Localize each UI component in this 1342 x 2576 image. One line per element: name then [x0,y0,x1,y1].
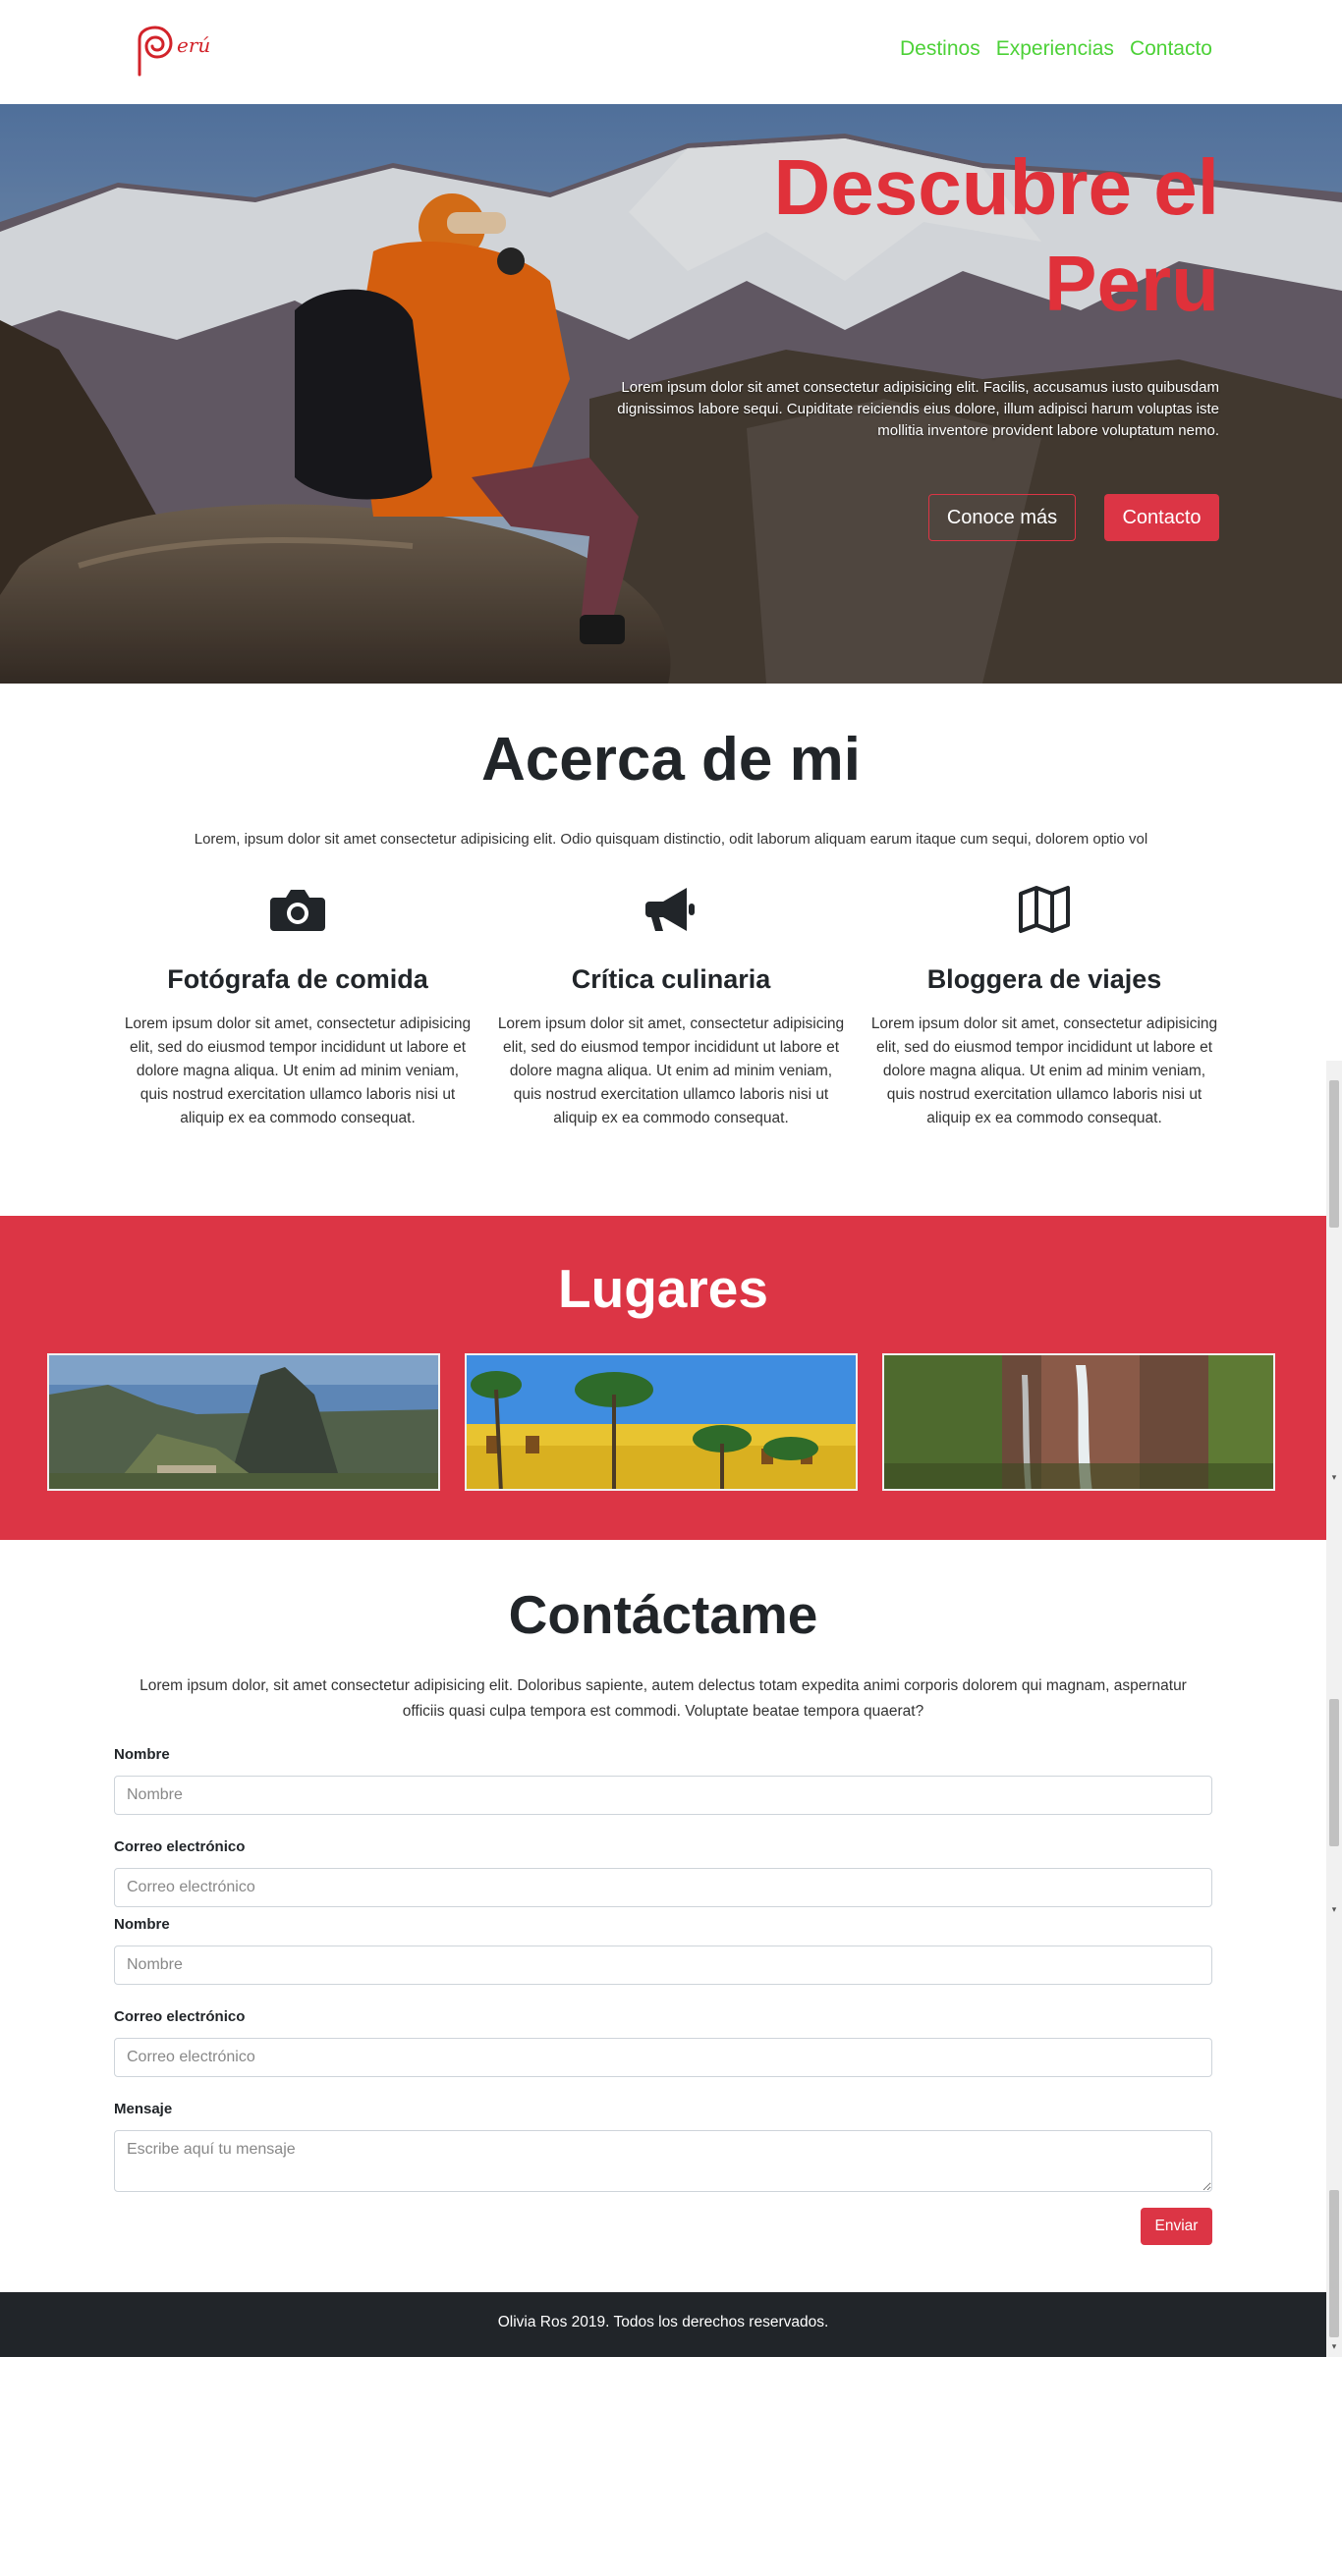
main-nav: Destinos Experiencias Contacto [900,37,1212,61]
footer-copyright: Olivia Ros 2019. Todos los derechos rese… [497,2314,829,2330]
contact-title: Contáctame [508,1584,818,1645]
feature-food-photographer: Fotógrafa de comida Lorem ipsum dolor si… [121,884,475,1130]
about-title: Acerca de mi [481,726,861,794]
name-input[interactable] [114,1776,1212,1815]
email-input[interactable] [114,1868,1212,1907]
scrollbar-thumb[interactable] [1329,1080,1339,1228]
message-textarea[interactable] [114,2130,1212,2192]
conoce-mas-button[interactable]: Conoce más [928,494,1076,541]
camera-icon [270,890,325,931]
email-label: Correo electrónico [114,1838,246,1855]
feature-text: Lorem ipsum dolor sit amet, consectetur … [124,1015,472,1126]
scroll-down-arrow-icon-2[interactable]: ▾ [1328,1905,1340,1915]
machu-picchu-photo [49,1355,438,1489]
nav-destinos-link[interactable]: Destinos [900,37,980,61]
map-icon [1019,886,1070,933]
hero-section: Descubre el Peru Lorem ipsum dolor sit a… [0,104,1342,684]
send-button[interactable]: Enviar [1141,2208,1212,2245]
scroll-down-arrow-icon-3[interactable]: ▾ [1328,2342,1340,2352]
hero-contact-button[interactable]: Contacto [1104,494,1219,541]
scrollbar-thumb-2[interactable] [1329,1699,1339,1846]
footer: Olivia Ros 2019. Todos los derechos rese… [0,2292,1326,2357]
lima-plaza-palms-photo [467,1355,856,1489]
feature-title: Fotógrafa de comida [167,964,428,994]
scrollbar-thumb-3[interactable] [1329,2190,1339,2337]
feature-title: Crítica culinaria [571,964,771,994]
nav-contacto-link[interactable]: Contacto [1130,37,1212,61]
places-section: Lugares [0,1216,1326,1540]
logo-text: erú [177,33,211,57]
name-label-2: Nombre [114,1916,170,1933]
contact-lead: Lorem ipsum dolor, sit amet consectetur … [140,1677,1187,1720]
peru-spiral-icon [138,26,173,77]
feature-travel-blogger: Bloggera de viajes Lorem ipsum dolor sit… [867,884,1221,1130]
feature-text: Lorem ipsum dolor sit amet, consectetur … [870,1015,1218,1126]
place-card-lima[interactable] [465,1353,858,1491]
message-label: Mensaje [114,2101,173,2117]
email-input-2[interactable] [114,2038,1212,2077]
name-input-2[interactable] [114,1946,1212,1985]
peru-logo[interactable]: erú [132,26,220,77]
hero-title: Descubre el Peru [773,143,1219,327]
place-card-machu-picchu[interactable] [47,1353,440,1491]
about-lead: Lorem, ipsum dolor sit amet consectetur … [194,831,1148,848]
scroll-down-arrow-icon[interactable]: ▾ [1328,1473,1340,1483]
scrollbar[interactable]: ▾ ▾ ▾ [1326,1061,1342,2357]
place-card-waterfall[interactable] [882,1353,1275,1491]
feature-title: Bloggera de viajes [926,964,1162,994]
megaphone-icon [645,888,695,931]
page: erú Destinos Experiencias Contacto Descu… [0,0,1342,2576]
name-label: Nombre [114,1746,170,1763]
places-title: Lugares [558,1258,768,1319]
hero-description: Lorem ipsum dolor sit amet consectetur a… [617,379,1219,439]
email-label-2: Correo electrónico [114,2008,246,2025]
feature-text: Lorem ipsum dolor sit amet, consectetur … [497,1015,845,1126]
feature-food-critic: Crítica culinaria Lorem ipsum dolor sit … [494,884,848,1130]
waterfall-photo [884,1355,1273,1489]
navbar: erú Destinos Experiencias Contacto [0,0,1342,104]
nav-experiencias-link[interactable]: Experiencias [996,37,1114,61]
